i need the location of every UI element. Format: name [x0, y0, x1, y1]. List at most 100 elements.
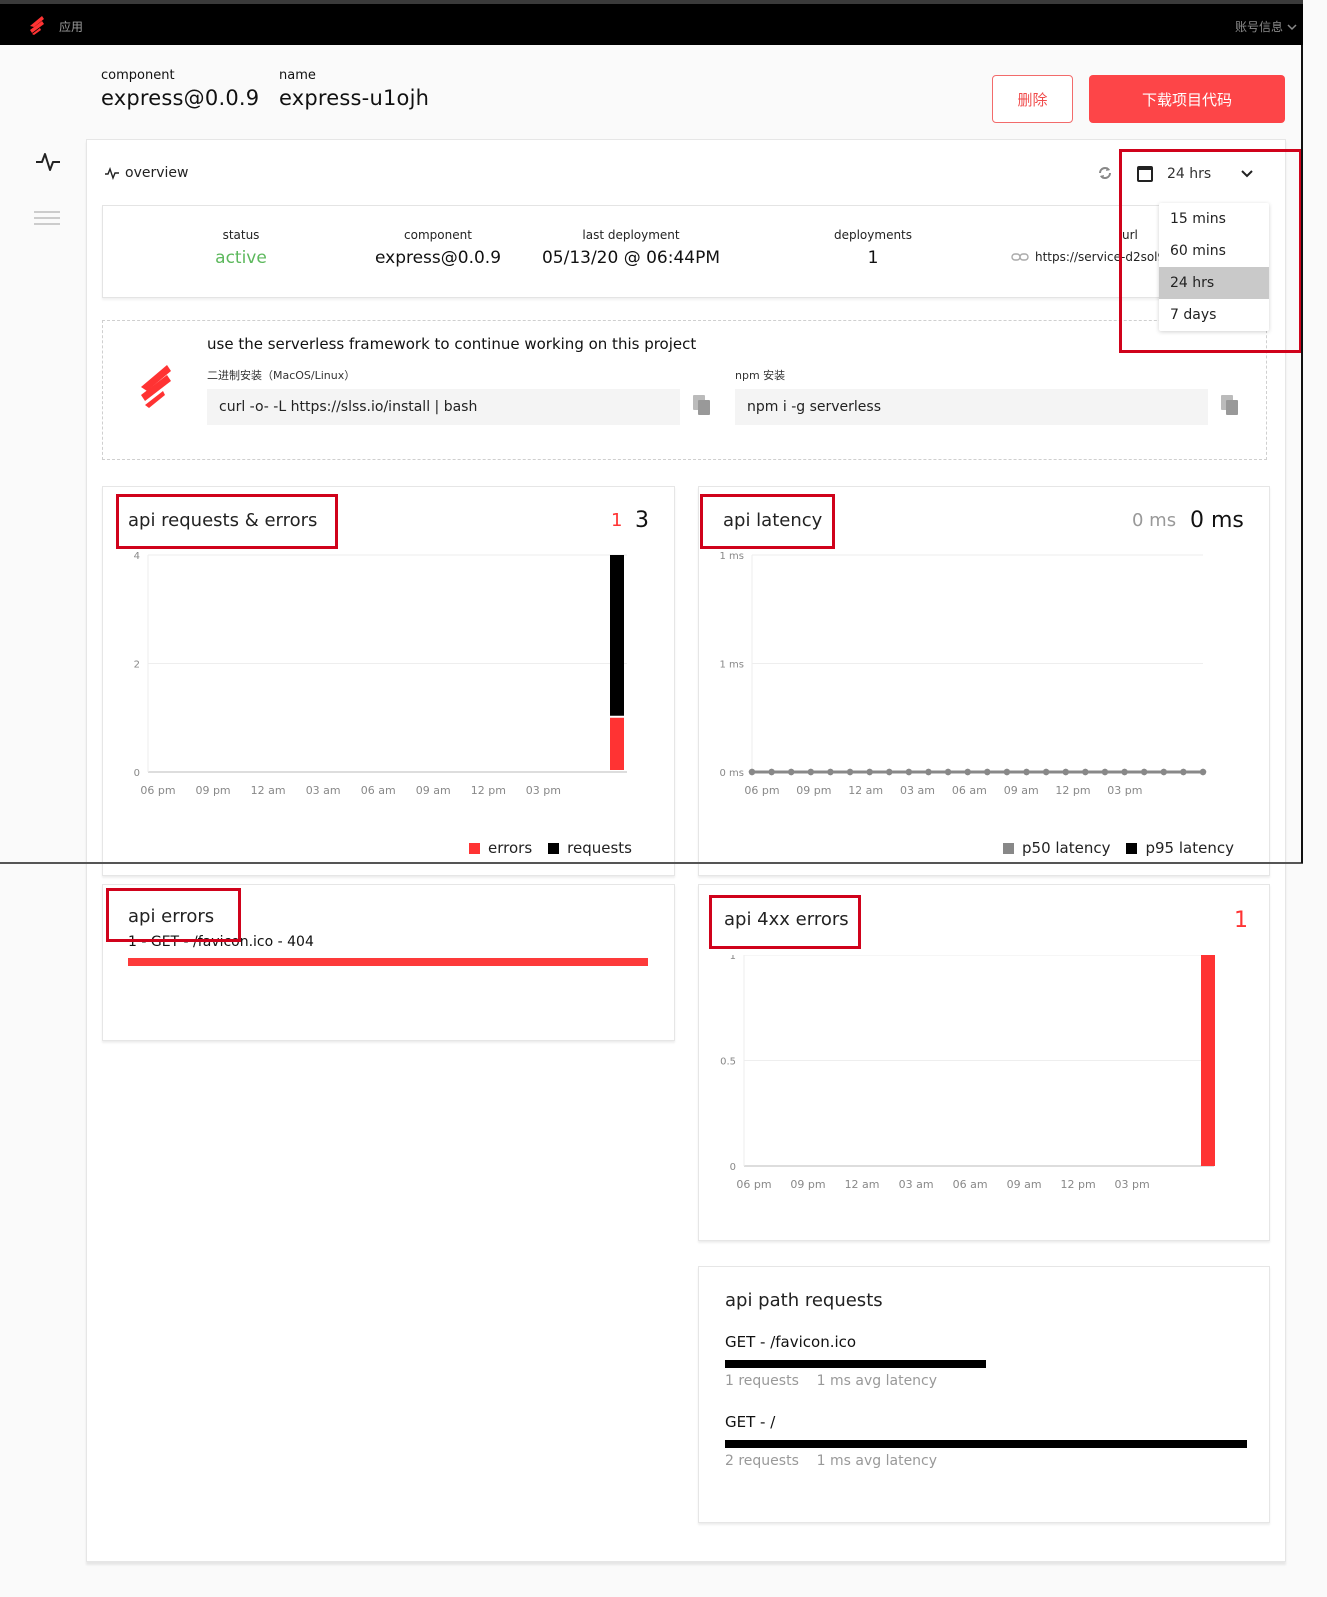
point-p95-latency — [748, 768, 756, 776]
status-badge: active — [215, 248, 267, 268]
point-p95-latency — [984, 768, 991, 776]
y-tick-label: 1 ms — [720, 551, 745, 562]
y-tick-label: 1 — [730, 955, 736, 962]
point-p95-latency — [905, 768, 913, 776]
x-tick-label: 06 pm — [736, 1178, 771, 1191]
time-range-select[interactable]: 24 hrs — [1137, 162, 1267, 186]
copy-icon[interactable] — [693, 395, 711, 415]
stat-status: status active — [191, 228, 291, 268]
x-tick-label: 12 pm — [471, 784, 506, 797]
bar-errors — [610, 717, 624, 770]
path-requests-bar — [725, 1440, 1247, 1448]
time-range-menu: 15 mins 60 mins 24 hrs 7 days — [1159, 203, 1269, 331]
point-p95-latency — [807, 768, 815, 776]
binary-install-command[interactable]: curl -o- -L https://slss.io/install | ba… — [207, 389, 680, 425]
point-p95-latency — [788, 768, 795, 776]
y-tick-label: 2 — [134, 660, 140, 671]
overview-title: overview — [125, 165, 189, 181]
delete-button[interactable]: 删除 — [992, 75, 1073, 123]
serverless-logo-icon[interactable] — [26, 14, 48, 36]
point-p95-latency — [1003, 768, 1011, 776]
y-tick-label: 1 ms — [720, 660, 745, 671]
point-p95-latency — [827, 768, 834, 776]
point-p95-latency — [886, 768, 893, 776]
pulse-icon[interactable] — [34, 150, 62, 174]
path-requests-bar — [725, 1360, 986, 1368]
y-tick-label: 4 — [134, 551, 140, 562]
npm-install-command[interactable]: npm i -g serverless — [735, 389, 1208, 425]
x-tick-label: 06 am — [953, 1178, 988, 1191]
p95-total: 0 ms — [1190, 508, 1244, 533]
time-range-option[interactable]: 60 mins — [1159, 235, 1269, 267]
install-heading: use the serverless framework to continue… — [207, 335, 697, 353]
calendar-icon — [1137, 166, 1153, 182]
legend-item-requests: requests — [548, 839, 632, 857]
latency-chart: 0 ms 1 ms 1 ms 06 pm 09 pm 12 am 03 am 06 am 09 … — [720, 551, 1207, 797]
point-p95-latency — [846, 768, 854, 776]
time-range-option[interactable]: 15 mins — [1159, 203, 1269, 235]
service-url[interactable]: https://service-d2sol94 — [1035, 250, 1173, 264]
errors-4xx-total: 1 — [1234, 908, 1248, 933]
x-tick-label: 06 pm — [744, 784, 779, 797]
y-tick-label: 0.5 — [720, 1057, 736, 1068]
app-nav-label[interactable]: 应用 — [59, 18, 83, 35]
path-name[interactable]: GET - / — [725, 1413, 775, 1431]
stat-label: component — [404, 228, 472, 242]
x-tick-label: 12 pm — [1055, 784, 1090, 797]
divider — [1301, 45, 1303, 863]
x-tick-label: 06 am — [952, 784, 987, 797]
card-title: api errors — [128, 906, 215, 927]
overview-stats-card: status active component express@0.0.9 la… — [102, 205, 1267, 298]
stat-last-deployment: last deployment 05/13/20 @ 06:44PM — [531, 228, 731, 268]
error-row-bar — [128, 958, 648, 966]
time-range-option-selected[interactable]: 24 hrs — [1159, 267, 1269, 299]
path-name[interactable]: GET - /favicon.ico — [725, 1333, 856, 1351]
latency-legend: p50 latency p95 latency — [1003, 839, 1234, 857]
stat-label: deployments — [833, 228, 913, 242]
legend-item-p50: p50 latency — [1003, 839, 1110, 857]
point-p95-latency — [1082, 768, 1089, 776]
x-tick-label: 03 pm — [526, 784, 561, 797]
error-row-label[interactable]: 1 - GET - /favicon.ico - 404 — [128, 934, 314, 950]
x-tick-label: 09 pm — [195, 784, 230, 797]
npm-install-label: npm 安装 — [735, 369, 786, 382]
x-tick-label: 12 am — [845, 1178, 880, 1191]
top-bar: 应用 账号信息 — [0, 0, 1303, 45]
legend-item-p95: p95 latency — [1126, 839, 1234, 857]
download-code-button[interactable]: 下载项目代码 — [1089, 75, 1285, 123]
point-p95-latency — [1042, 768, 1050, 776]
account-menu[interactable]: 账号信息 — [1235, 18, 1297, 35]
point-p95-latency — [1140, 768, 1148, 776]
service-url-link[interactable]: https://service-d2sol94 — [1011, 250, 1173, 264]
time-range-option[interactable]: 7 days — [1159, 299, 1269, 331]
point-p95-latency — [1199, 768, 1207, 776]
path-meta: 1 requests 1 ms avg latency — [725, 1373, 938, 1389]
stat-value: 05/13/20 @ 06:44PM — [541, 248, 721, 268]
point-p95-latency — [944, 768, 952, 776]
header-name-value: express-u1ojh — [279, 86, 430, 110]
card-title: api requests & errors — [128, 510, 318, 531]
point-p95-latency — [925, 768, 932, 776]
header-component: component express@0.0.9 — [101, 68, 259, 110]
errors-total: 1 — [611, 510, 623, 531]
stat-label: status — [222, 228, 260, 242]
overview-heading: overview — [104, 165, 188, 181]
copy-icon[interactable] — [1221, 395, 1239, 415]
x-tick-label: 09 pm — [790, 1178, 825, 1191]
refresh-icon[interactable] — [1096, 164, 1114, 182]
stat-url-label: url — [1122, 228, 1138, 242]
x-tick-label: 12 pm — [1061, 1178, 1096, 1191]
binary-install-label: 二进制安装（MacOS/Linux） — [207, 369, 356, 382]
y-tick-label: 0 — [730, 1162, 736, 1173]
menu-icon[interactable] — [34, 211, 60, 229]
x-tick-label: 09 am — [1004, 784, 1039, 797]
point-p95-latency — [1062, 768, 1069, 776]
divider — [0, 862, 1303, 864]
x-tick-label: 03 am — [899, 1178, 934, 1191]
x-tick-label: 12 am — [848, 784, 883, 797]
stat-deployments: deployments 1 — [823, 228, 923, 268]
point-p95-latency — [1180, 768, 1187, 776]
x-tick-label: 09 am — [416, 784, 451, 797]
stat-component: component express@0.0.9 — [358, 228, 518, 268]
point-p95-latency — [768, 768, 775, 776]
